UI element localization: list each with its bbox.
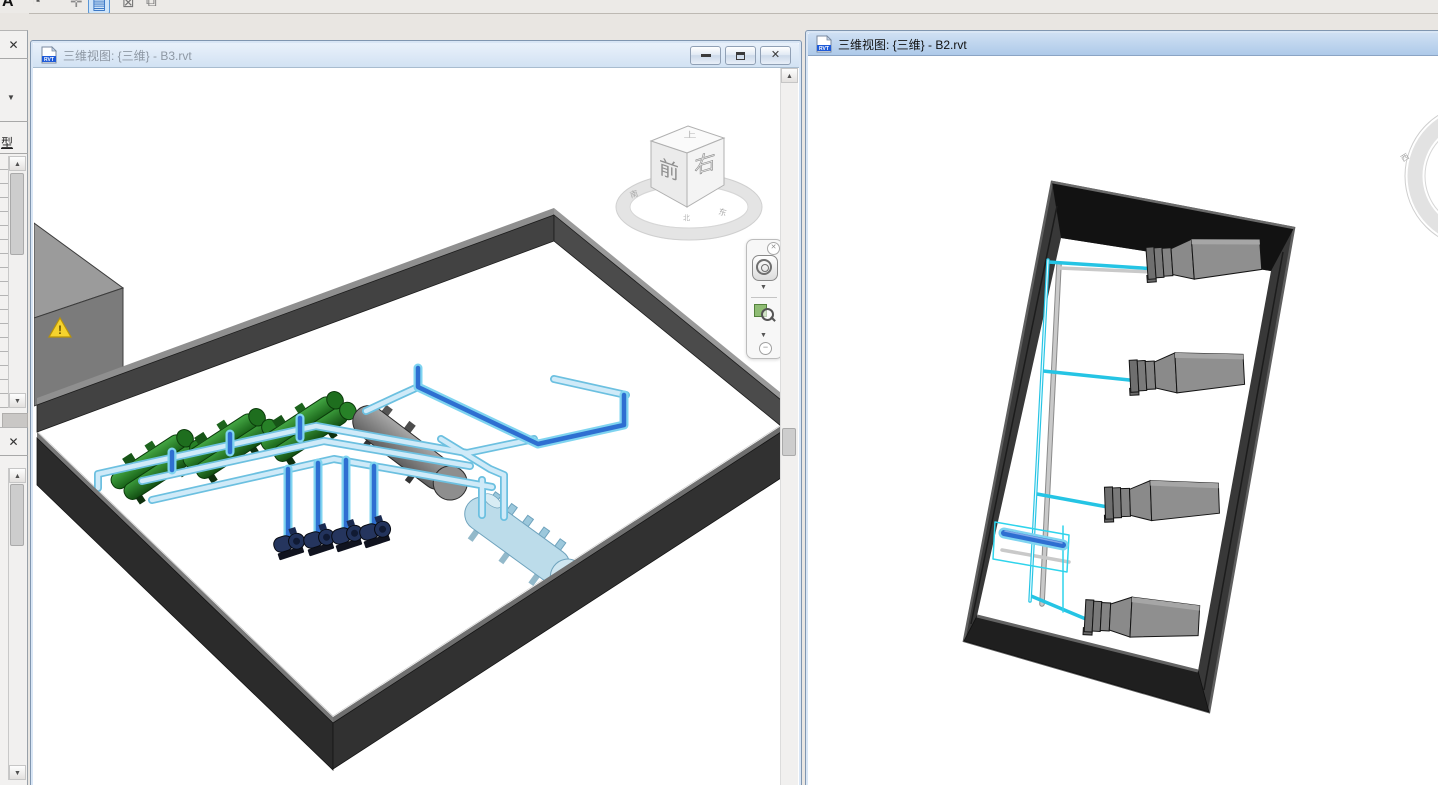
window-title: 三维视图: {三维} - B2.rvt xyxy=(838,36,967,53)
compass-label-east[interactable]: 东 xyxy=(718,206,728,218)
revit-workspace: A ◔ ✛ ▤ ⊠ ⧉ ✕ ▼ 型 ▲ ▼ ✕ ▲ xyxy=(0,0,1438,785)
switch-windows-icon[interactable]: ⧉ xyxy=(146,0,157,10)
scroll-up-icon[interactable]: ▲ xyxy=(9,468,26,483)
window-titlebar[interactable]: RVT 三维视图: {三维} - B3.rvt ✕ xyxy=(33,43,799,68)
view-vertical-scrollbar[interactable]: ▲ ▼ xyxy=(780,68,798,785)
ribbon-clipped-strip: A ◔ ✛ ▤ ⊠ ⧉ xyxy=(0,0,1438,14)
rvt-file-icon: RVT xyxy=(41,46,57,64)
svg-text:!: ! xyxy=(58,323,62,337)
palette-close-icon[interactable]: ✕ xyxy=(6,38,21,53)
window-titlebar[interactable]: RVT 三维视图: {三维} - B2.rvt xyxy=(808,33,1438,56)
svg-text:RVT: RVT xyxy=(44,57,54,63)
properties-scrollbar[interactable]: ▲ ▼ xyxy=(8,156,26,408)
svg-text:RVT: RVT xyxy=(819,46,829,52)
text-tool-icon[interactable]: A xyxy=(2,0,14,11)
window-title: 三维视图: {三维} - B3.rvt xyxy=(63,47,192,64)
palette-close-icon[interactable]: ✕ xyxy=(6,435,21,450)
browser-scrollbar[interactable]: ▲ ▼ xyxy=(8,468,26,780)
navigation-bar[interactable]: ✕ ▼ ▼ − xyxy=(746,239,783,359)
viewcube[interactable]: 南 东 北 前 右 上 xyxy=(616,126,762,240)
close-button[interactable]: ✕ xyxy=(760,46,791,65)
scroll-up-icon[interactable]: ▲ xyxy=(781,68,798,83)
navbar-minimize-icon[interactable]: − xyxy=(759,342,772,355)
view-canvas-b2[interactable]: 西 xyxy=(809,56,1438,785)
rvt-file-icon: RVT xyxy=(816,35,832,53)
move-tool-icon[interactable]: ✛ xyxy=(70,0,83,11)
project-browser-edge: ✕ ▲ ▼ xyxy=(0,427,28,785)
steering-wheel-icon[interactable] xyxy=(752,255,778,281)
section-box-tool-icon[interactable]: ▤ xyxy=(88,0,110,14)
render-tool-icon[interactable]: ◔ xyxy=(32,0,41,10)
view-canvas-b3[interactable]: ! xyxy=(34,68,798,785)
viewcube-compass-partial[interactable]: 西 xyxy=(1399,104,1438,248)
minimize-button[interactable] xyxy=(690,46,721,65)
docked-palettes-edge: ✕ ▼ 型 ▲ ▼ ✕ ▲ ▼ xyxy=(0,13,29,785)
restore-icon xyxy=(736,52,745,60)
scroll-up-icon[interactable]: ▲ xyxy=(9,156,26,171)
scroll-thumb[interactable] xyxy=(10,173,24,255)
scroll-down-icon[interactable]: ▼ xyxy=(9,393,26,408)
viewcube-top-label[interactable]: 上 xyxy=(683,131,696,140)
zoom-tool-icon[interactable] xyxy=(754,302,776,324)
minimize-icon xyxy=(701,54,711,57)
scroll-down-icon[interactable]: ▼ xyxy=(9,765,26,780)
plant-room-3d-scene: ! xyxy=(34,68,780,785)
navbar-close-icon[interactable]: ✕ xyxy=(767,242,780,255)
scroll-thumb[interactable] xyxy=(782,428,796,456)
zoom-dropdown-icon[interactable]: ▼ xyxy=(760,332,767,339)
compass-label-north[interactable]: 北 xyxy=(683,214,690,222)
view-window-b3[interactable]: RVT 三维视图: {三维} - B3.rvt ✕ xyxy=(30,40,802,785)
view-window-b2[interactable]: RVT 三维视图: {三维} - B2.rvt xyxy=(805,30,1438,785)
type-selector-dropdown-icon[interactable]: ▼ xyxy=(7,93,15,102)
close-hidden-windows-icon[interactable]: ⊠ xyxy=(122,0,135,11)
parameter-rows-edge xyxy=(0,156,8,408)
edit-type-link-partial[interactable]: 型 xyxy=(1,134,13,151)
properties-palette-edge: ✕ ▼ 型 ▲ ▼ xyxy=(0,30,28,441)
ahu-room-3d-scene: 西 xyxy=(809,56,1438,785)
close-icon: ✕ xyxy=(771,50,780,61)
restore-button[interactable] xyxy=(725,46,756,65)
scroll-thumb[interactable] xyxy=(10,484,24,546)
wheel-dropdown-icon[interactable]: ▼ xyxy=(760,284,767,291)
